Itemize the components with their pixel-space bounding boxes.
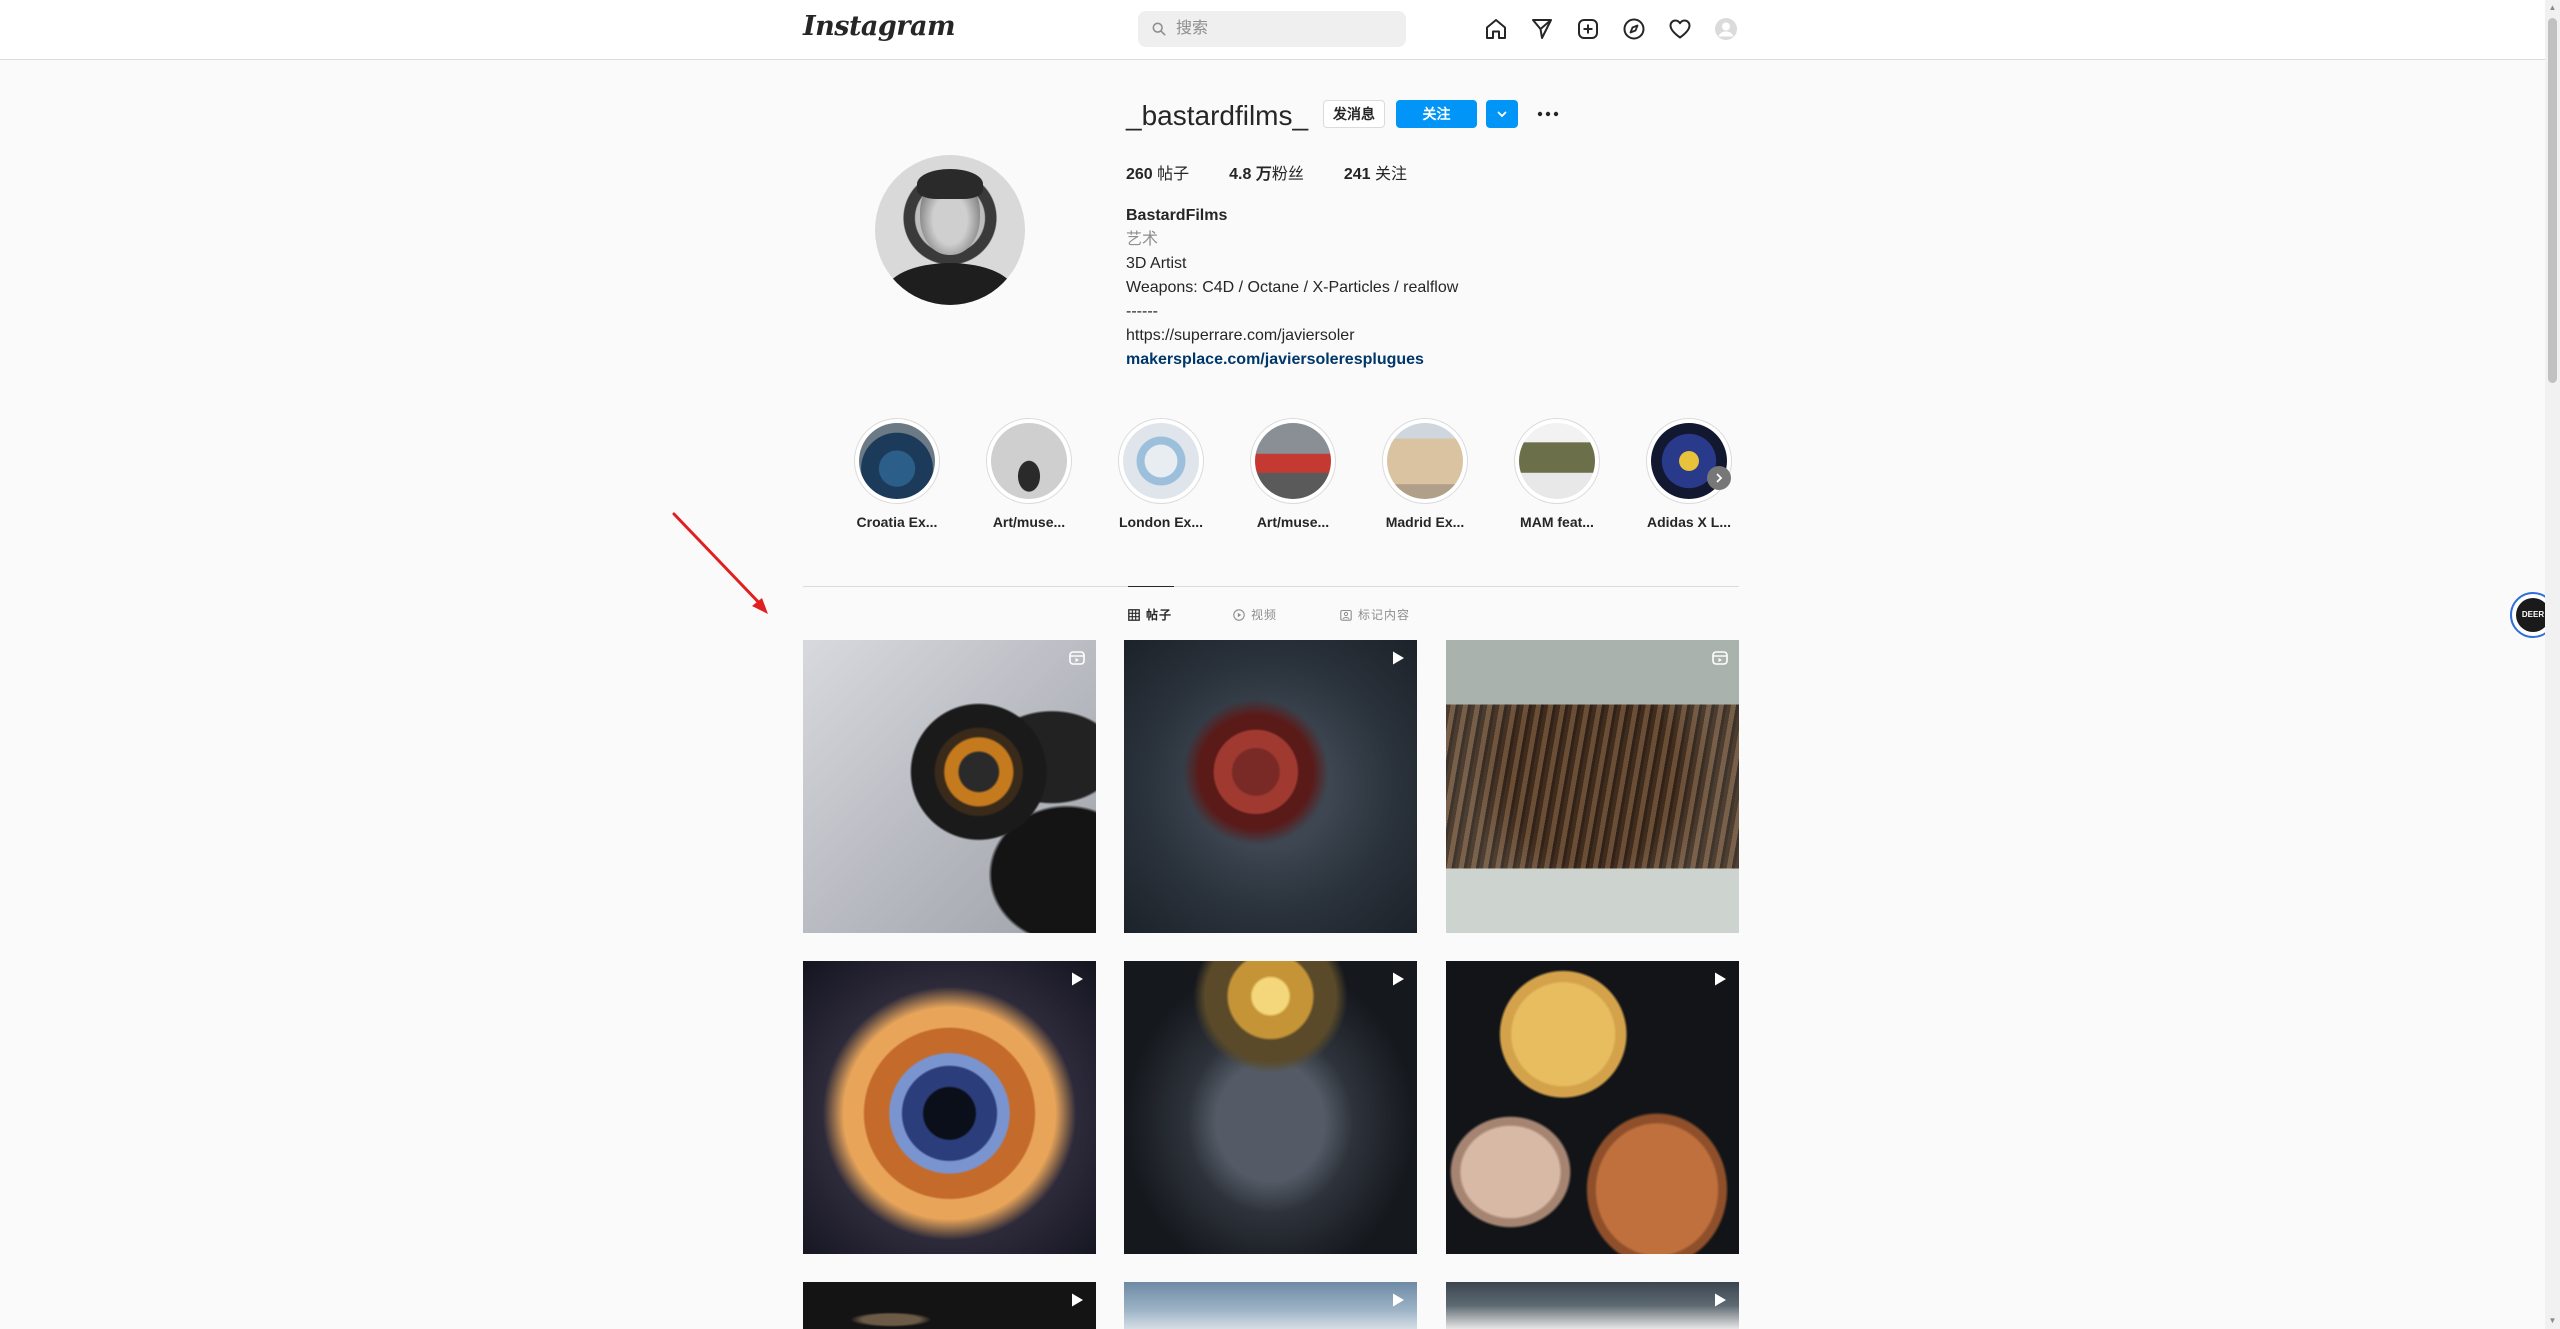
highlight-item[interactable]: MAM feat... [1502, 418, 1612, 530]
highlight-cover [1123, 423, 1199, 499]
search-icon [1152, 22, 1166, 36]
post-thumbnail[interactable] [1446, 961, 1739, 1254]
highlight-item[interactable]: Madrid Ex... [1370, 418, 1480, 530]
highlight-item[interactable]: Art/muse... [974, 418, 1084, 530]
profile-avatar-icon[interactable] [1712, 15, 1740, 43]
highlight-cover [1519, 423, 1595, 499]
highlight-item[interactable]: Art/muse... [1238, 418, 1348, 530]
following-stat[interactable]: 241 关注 [1344, 160, 1407, 184]
play-circle-icon [1233, 608, 1245, 621]
post-thumbnail[interactable] [1124, 1282, 1417, 1329]
highlight-label: Croatia Ex... [856, 514, 938, 530]
post-thumbnail[interactable] [1446, 1282, 1739, 1329]
chevron-right-icon [1716, 473, 1723, 483]
search-box[interactable] [1138, 11, 1406, 47]
highlight-item[interactable]: Croatia Ex... [842, 418, 952, 530]
bio-line: Weapons: C4D / Octane / X-Particles / re… [1126, 279, 1459, 296]
annotation-arrow [672, 512, 768, 614]
activity-heart-icon[interactable] [1666, 15, 1694, 43]
more-options-button[interactable] [1536, 100, 1560, 128]
post-thumbnail[interactable] [1124, 640, 1417, 933]
bio-website-link[interactable]: makersplace.com/javiersoleresplugues [1126, 348, 1726, 372]
explore-icon[interactable] [1620, 15, 1648, 43]
profile-stats: 260 帖子 4.8 万粉丝 241 关注 [1126, 160, 1407, 184]
scroll-down-arrow-icon[interactable]: ▼ [2548, 1316, 2557, 1326]
tabs-divider [803, 586, 1739, 587]
highlight-item[interactable]: London Ex... [1106, 418, 1216, 530]
tab-tagged[interactable]: 标记内容 [1340, 606, 1410, 623]
highlight-cover [1255, 423, 1331, 499]
scrollbar-thumb[interactable] [2548, 18, 2557, 383]
follow-button[interactable]: 关注 [1396, 100, 1477, 128]
tag-icon [1340, 609, 1352, 621]
suggested-accounts-button[interactable] [1486, 100, 1518, 128]
profile-bio: BastardFilms 艺术 3D Artist Weapons: C4D /… [1126, 204, 1726, 372]
video-play-icon [1711, 1291, 1729, 1309]
top-nav: Instagram [0, 0, 2545, 60]
tab-label: 标记内容 [1358, 608, 1411, 622]
more-horizontal-icon [1537, 111, 1559, 117]
bio-line: ------ [1126, 303, 1158, 320]
reel-icon [1068, 649, 1086, 667]
post-thumbnail[interactable] [803, 961, 1096, 1254]
scroll-up-arrow-icon[interactable]: ▲ [2548, 3, 2557, 13]
highlights-next-button[interactable] [1707, 466, 1731, 490]
profile-username: _bastardfilms_ [1126, 100, 1309, 131]
new-post-icon[interactable] [1574, 15, 1602, 43]
tab-videos[interactable]: 视频 [1233, 606, 1277, 623]
chevron-down-icon [1497, 111, 1507, 118]
video-play-icon [1389, 970, 1407, 988]
highlight-cover [991, 423, 1067, 499]
bio-line: https://superrare.com/javiersoler [1126, 327, 1355, 344]
active-tab-indicator [1128, 586, 1174, 587]
reel-icon [1711, 649, 1729, 667]
video-play-icon [1068, 1291, 1086, 1309]
post-thumbnail[interactable] [803, 640, 1096, 933]
highlight-label: Adidas X L... [1646, 514, 1731, 530]
highlight-label: Art/muse... [1256, 514, 1330, 530]
video-play-icon [1389, 649, 1407, 667]
highlight-label: Madrid Ex... [1385, 514, 1465, 530]
instagram-logo[interactable]: Instagram [803, 11, 956, 42]
bio-line: 3D Artist [1126, 255, 1187, 272]
tab-label: 视频 [1251, 608, 1278, 622]
post-thumbnail[interactable] [1446, 640, 1739, 933]
search-input[interactable] [1176, 11, 1396, 47]
highlight-cover [859, 423, 935, 499]
tab-posts[interactable]: 帖子 [1128, 606, 1172, 623]
home-icon[interactable] [1482, 15, 1510, 43]
video-play-icon [1711, 970, 1729, 988]
story-highlights: Croatia Ex... Art/muse... London Ex... A… [842, 418, 1742, 538]
grid-icon [1128, 608, 1140, 621]
highlight-label: MAM feat... [1520, 514, 1594, 530]
video-play-icon [1068, 970, 1086, 988]
post-thumbnail[interactable] [803, 1282, 1096, 1329]
tab-label: 帖子 [1146, 608, 1173, 622]
highlight-label: London Ex... [1119, 514, 1203, 530]
followers-stat[interactable]: 4.8 万粉丝 [1229, 160, 1304, 184]
profile-picture[interactable] [875, 155, 1025, 305]
bio-category: 艺术 [1126, 231, 1159, 248]
bio-name: BastardFilms [1126, 207, 1228, 224]
highlight-cover [1387, 423, 1463, 499]
posts-stat: 260 帖子 [1126, 166, 1190, 183]
direct-message-icon[interactable] [1528, 15, 1556, 43]
highlight-label: Art/muse... [992, 514, 1066, 530]
video-play-icon [1389, 1291, 1407, 1309]
message-button[interactable]: 发消息 [1323, 100, 1385, 128]
post-thumbnail[interactable] [1124, 961, 1417, 1254]
